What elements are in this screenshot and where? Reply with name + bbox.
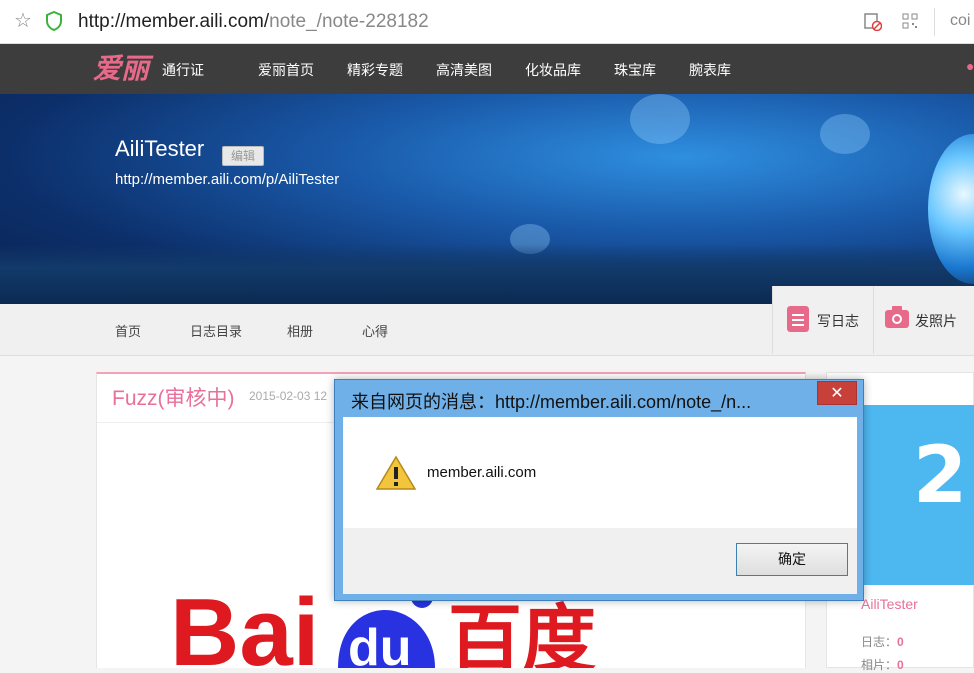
dialog-close-button[interactable]: ✕ [817,381,857,405]
tab-album[interactable]: 相册 [287,321,313,340]
toolbar-divider [934,8,935,36]
dialog-footer: 确定 [343,528,857,594]
banner-bubble [630,94,690,144]
extension-text[interactable]: coi [950,12,970,30]
nav-edge-icon: ● [966,58,974,74]
nav-item-watches[interactable]: 腕表库 [689,60,731,80]
edit-button[interactable]: 编辑 [222,146,264,166]
alert-dialog: 来自网页的消息：http://member.aili.com/note_/n..… [334,379,864,601]
avatar-number: 2 [913,431,968,521]
nav-item-jewelry[interactable]: 珠宝库 [614,60,656,80]
shield-icon[interactable] [46,11,62,31]
post-title[interactable]: Fuzz(审核中) [112,382,235,412]
url-field[interactable]: http://member.aili.com/note_/note-228182 [78,10,429,34]
bookmark-star-icon[interactable]: ☆ [14,10,32,32]
svg-text:du: du [348,619,412,668]
qr-code-icon[interactable] [902,13,918,29]
write-log-label: 写日志 [817,313,859,329]
sidebar-username[interactable]: AiliTester [861,596,918,612]
url-host: http://member.aili.com/ [78,11,270,32]
warning-icon [375,455,417,490]
tab-home[interactable]: 首页 [115,321,141,340]
post-photo-button[interactable]: 发照片 [885,304,971,336]
nav-item-home[interactable]: 爱丽首页 [258,60,314,80]
site-nav: 爱丽 通行证 爱丽首页 精彩专题 高清美图 化妆品库 珠宝库 腕表库 ● [0,44,974,94]
nav-item-topics[interactable]: 精彩专题 [347,60,403,80]
url-path: note_/note-228182 [269,11,429,32]
page-blocked-icon[interactable] [864,13,882,31]
tab-log-index[interactable]: 日志目录 [190,321,242,340]
document-icon [787,306,809,332]
camera-icon [885,306,909,328]
dialog-body: member.aili.com [343,417,857,528]
profile-username: AiliTester [115,136,205,161]
svg-text:Bai: Bai [170,579,319,668]
site-logo[interactable]: 爱丽 [93,51,149,87]
dialog-title: 来自网页的消息：http://member.aili.com/note_/n..… [351,392,752,412]
post-photo-label: 发照片 [915,313,957,329]
profile-banner: AiliTester 编辑 http://member.aili.com/p/A… [0,94,974,304]
banner-bubble [820,114,870,154]
profile-url[interactable]: http://member.aili.com/p/AiliTester [115,171,339,188]
tab-notes[interactable]: 心得 [362,321,388,340]
action-box: 写日志 发照片 [772,286,974,354]
nav-item-photos[interactable]: 高清美图 [436,60,492,80]
photo-stat-label: 相片： [861,658,898,672]
sidebar-photo-stat: 相片：0 [861,656,904,673]
write-log-button[interactable]: 写日志 [787,304,867,336]
photo-stat-count: 0 [897,658,904,672]
post-date: 2015-02-03 12 [249,389,328,403]
action-divider [873,286,874,354]
dialog-message: member.aili.com [427,464,537,481]
nav-passport[interactable]: 通行证 [162,60,204,80]
ok-button[interactable]: 确定 [736,543,848,576]
sidebar-log-stat: 日志：0 [861,633,904,650]
svg-text:百度: 百度 [448,597,596,668]
nav-item-cosmetics[interactable]: 化妆品库 [525,60,581,80]
log-stat-label: 日志： [861,635,898,649]
address-bar: ☆ http://member.aili.com/note_/note-2281… [0,0,974,44]
log-stat-count: 0 [897,635,904,649]
